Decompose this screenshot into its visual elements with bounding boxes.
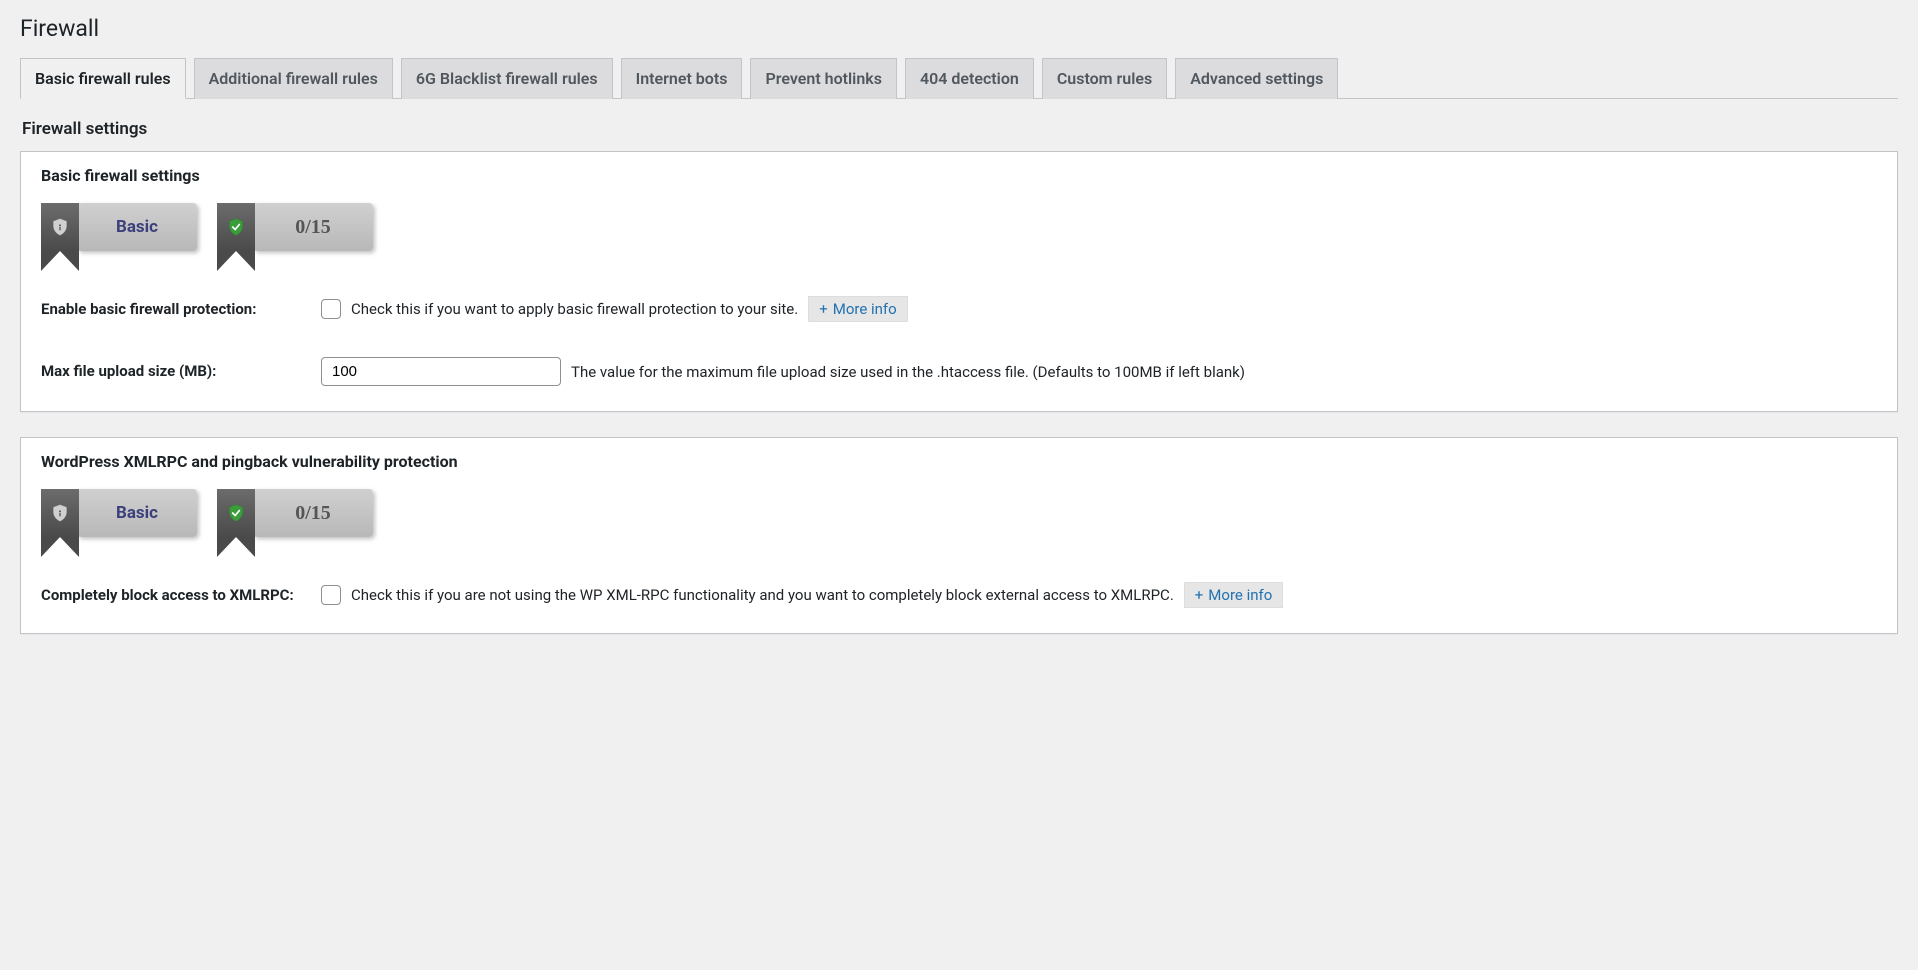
more-info-button[interactable]: + More info — [808, 296, 908, 322]
row-block-xmlrpc: Completely block access to XMLRPC: Check… — [41, 582, 1877, 608]
row-desc: Check this if you are not using the WP X… — [351, 586, 1174, 604]
badge-points-label: 0/15 — [253, 203, 373, 251]
tab-internet-bots[interactable]: Internet bots — [621, 58, 743, 99]
row-label: Enable basic firewall protection: — [41, 299, 321, 320]
shield-alert-icon — [41, 489, 79, 537]
row-enable-firewall: Enable basic firewall protection: Check … — [41, 296, 1877, 322]
tabs-bar: Basic firewall rules Additional firewall… — [20, 57, 1898, 99]
tab-advanced-settings[interactable]: Advanced settings — [1175, 58, 1338, 99]
block-xmlrpc-checkbox[interactable] — [321, 585, 341, 605]
badge-level: Basic — [41, 489, 197, 537]
tab-basic-firewall-rules[interactable]: Basic firewall rules — [20, 58, 186, 99]
plus-icon: + — [1195, 586, 1204, 604]
tab-custom-rules[interactable]: Custom rules — [1042, 58, 1167, 99]
shield-check-icon — [217, 489, 255, 537]
row-label: Max file upload size (MB): — [41, 361, 321, 382]
badge-level: Basic — [41, 203, 197, 251]
section-title: Firewall settings — [22, 119, 1898, 139]
more-info-label: More info — [1208, 586, 1272, 604]
badge-level-label: Basic — [77, 489, 197, 537]
badges-row: Basic 0/15 — [41, 203, 1877, 251]
badge-level-label: Basic — [77, 203, 197, 251]
shield-alert-icon — [41, 203, 79, 251]
badges-row: Basic 0/15 — [41, 489, 1877, 537]
row-label: Completely block access to XMLRPC: — [41, 585, 321, 606]
panel-heading: Basic firewall settings — [41, 166, 1877, 185]
tab-additional-firewall-rules[interactable]: Additional firewall rules — [194, 58, 393, 99]
panel-heading: WordPress XMLRPC and pingback vulnerabil… — [41, 452, 1877, 471]
shield-check-icon — [217, 203, 255, 251]
max-upload-input[interactable] — [321, 357, 561, 386]
row-desc: The value for the maximum file upload si… — [571, 363, 1245, 381]
page-title: Firewall — [20, 15, 1898, 42]
row-max-upload: Max file upload size (MB): The value for… — [41, 357, 1877, 386]
tab-prevent-hotlinks[interactable]: Prevent hotlinks — [750, 58, 896, 99]
more-info-label: More info — [833, 300, 897, 318]
panel-xmlrpc: WordPress XMLRPC and pingback vulnerabil… — [20, 437, 1898, 634]
tab-6g-blacklist[interactable]: 6G Blacklist firewall rules — [401, 58, 613, 99]
badge-points: 0/15 — [217, 203, 373, 251]
enable-firewall-checkbox[interactable] — [321, 299, 341, 319]
plus-icon: + — [819, 300, 828, 318]
panel-basic-firewall: Basic firewall settings Basic 0/15 Enabl… — [20, 151, 1898, 412]
row-desc: Check this if you want to apply basic fi… — [351, 300, 798, 318]
more-info-button[interactable]: + More info — [1184, 582, 1284, 608]
badge-points-label: 0/15 — [253, 489, 373, 537]
badge-points: 0/15 — [217, 489, 373, 537]
tab-404-detection[interactable]: 404 detection — [905, 58, 1034, 99]
